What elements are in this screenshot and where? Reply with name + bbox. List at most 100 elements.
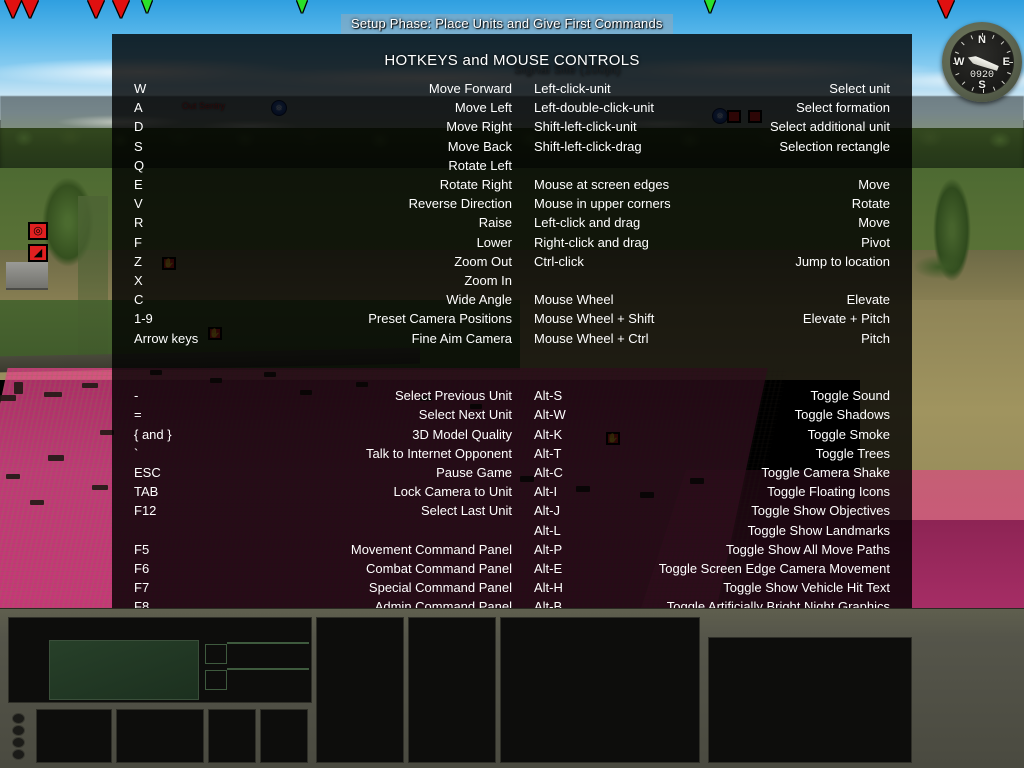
objective-marker-red[interactable]	[88, 0, 104, 18]
hotkey-key: Left-click-unit	[534, 81, 611, 96]
hotkey-row: TAB Lock Camera to Unit	[134, 482, 512, 501]
objective-marker-red[interactable]	[5, 0, 21, 18]
hotkey-description: Move	[858, 177, 890, 192]
hud-details-panel[interactable]	[500, 617, 700, 763]
hotkeys-overlay-panel[interactable]: HOTKEYS and MOUSE CONTROLS W Move Forward…	[112, 34, 912, 710]
hotkey-description: Toggle Show Landmarks	[747, 522, 890, 538]
objective-marker-green[interactable]	[297, 0, 307, 13]
vehicle-sprite[interactable]	[82, 383, 98, 388]
hotkey-description: Toggle Sound	[810, 388, 890, 404]
hotkey-description: Toggle Camera Shake	[761, 465, 890, 480]
hud-command-panel-3[interactable]	[260, 709, 308, 763]
hud-minimap-panel[interactable]	[8, 617, 312, 703]
unit-icon-target[interactable]: ◎	[28, 222, 48, 240]
objective-marker-green[interactable]	[705, 0, 715, 13]
hotkey-description: Elevate + Pitch	[802, 311, 890, 327]
hotkey-description: Combat Command Panel	[366, 561, 512, 577]
hotkey-row: Alt-C Toggle Camera Shake	[534, 463, 890, 482]
objective-marker-red[interactable]	[22, 0, 38, 18]
hotkey-row: - Select Previous Unit	[134, 386, 512, 405]
hotkey-row: D Move Right	[134, 117, 512, 136]
hotkey-row: Alt-E Toggle Screen Edge Camera Movement	[534, 559, 890, 578]
hotkey-row: A Move Left	[134, 98, 512, 117]
hotkey-description: Toggle Shadows	[794, 407, 890, 423]
compass-face: N E S W 0920	[950, 30, 1014, 94]
hotkey-row: Mouse in upper corners Rotate	[534, 194, 890, 213]
hud-status-dots[interactable]	[12, 713, 28, 761]
minimap-line	[227, 642, 309, 644]
hotkey-key: W	[134, 81, 147, 96]
objective-marker-green[interactable]	[142, 0, 152, 13]
hotkey-key: F7	[134, 580, 150, 596]
hotkey-key: { and }	[134, 426, 172, 442]
hotkey-key: Left-click and drag	[534, 215, 641, 231]
hotkey-row: Alt-P Toggle Show All Move Paths	[534, 540, 890, 559]
hud-orders-panel[interactable]	[316, 617, 404, 763]
unit-icon-flag[interactable]: ◢	[28, 244, 48, 262]
compass-tick	[992, 86, 996, 91]
hotkey-description: Lock Camera to Unit	[393, 484, 513, 500]
vehicle-sprite[interactable]	[30, 500, 44, 505]
minimap-marker[interactable]	[205, 644, 227, 664]
compass-tick	[992, 34, 995, 39]
hotkey-key: Shift-left-click-drag	[534, 138, 642, 154]
hotkey-row: Mouse at screen edges Move	[534, 175, 890, 194]
hotkey-spacer	[534, 367, 890, 386]
hotkey-description: Reverse Direction	[408, 196, 512, 212]
objective-marker-red[interactable]	[938, 0, 954, 18]
hotkey-row: F6 Combat Command Panel	[134, 559, 512, 578]
status-dot[interactable]	[12, 749, 25, 760]
hotkey-description: Rotate Right	[439, 177, 512, 193]
compass-tick	[1001, 80, 1005, 85]
minimap[interactable]	[49, 640, 199, 700]
minimap-marker[interactable]	[205, 670, 227, 690]
hud-unit-info-panel[interactable]	[36, 709, 112, 763]
hotkey-row: { and } 3D Model Quality	[134, 425, 512, 444]
hotkey-row: Left-click and drag Move	[534, 213, 890, 232]
hotkey-key: =	[134, 407, 142, 423]
hotkey-key: TAB	[134, 484, 159, 500]
hotkey-spacer	[134, 521, 512, 540]
hud-command-panel-1[interactable]	[116, 709, 204, 763]
status-dot[interactable]	[12, 737, 25, 748]
hotkey-description: Pivot	[861, 234, 890, 250]
hotkey-row: Q Rotate Left	[134, 156, 512, 175]
hotkey-description: Move Back	[447, 138, 512, 154]
game-screen: ◎ ◢ ✋ ✋ ✋ ❅ ❅ Out Sentry Signal Site (10…	[0, 0, 1024, 768]
hotkey-description: Zoom In	[464, 273, 512, 289]
hotkey-description: Movement Command Panel	[350, 541, 512, 557]
minimap-line	[227, 668, 309, 670]
hotkey-key: Ctrl-click	[534, 253, 584, 269]
hotkey-spacer	[534, 348, 890, 367]
vehicle-sprite[interactable]	[92, 485, 108, 490]
hotkey-row: Alt-H Toggle Show Vehicle Hit Text	[534, 578, 890, 597]
hotkey-row: V Reverse Direction	[134, 194, 512, 213]
hud-weapons-panel[interactable]	[408, 617, 496, 763]
soldier-sprite[interactable]	[14, 382, 23, 394]
hotkey-description: Preset Camera Positions	[368, 311, 512, 327]
hotkey-row: Mouse Wheel + Shift Elevate + Pitch	[534, 309, 890, 328]
status-dot[interactable]	[12, 725, 25, 736]
hotkey-key: D	[134, 119, 144, 135]
hotkey-key: Q	[134, 157, 145, 173]
bottom-hud: A 30:00 ⏮ ⏯ ⏪ ⏩ MENUS	[0, 608, 1024, 768]
hotkey-description: Fine Aim Camera	[411, 330, 512, 346]
vehicle-sprite[interactable]	[44, 392, 62, 397]
hotkey-key: Right-click and drag	[534, 234, 649, 250]
hud-roster-panel[interactable]	[708, 637, 912, 763]
vehicle-sprite[interactable]	[0, 395, 16, 401]
hud-command-panel-2[interactable]	[208, 709, 256, 763]
hotkey-description: Selection rectangle	[779, 138, 890, 154]
hotkey-key: Mouse Wheel	[534, 292, 614, 308]
status-dot[interactable]	[12, 713, 25, 724]
hotkey-key: Alt-L	[534, 522, 561, 538]
hotkey-spacer	[534, 271, 890, 290]
vehicle-sprite[interactable]	[6, 474, 20, 479]
hotkey-description: Select Previous Unit	[394, 388, 512, 404]
objective-marker-red[interactable]	[113, 0, 129, 18]
hotkey-description: Pause Game	[436, 465, 512, 481]
vehicle-sprite[interactable]	[48, 455, 64, 461]
hotkey-key: 1-9	[134, 311, 153, 327]
compass-widget[interactable]: N E S W 0920	[942, 22, 1022, 102]
hotkey-key: Alt-I	[534, 484, 558, 500]
